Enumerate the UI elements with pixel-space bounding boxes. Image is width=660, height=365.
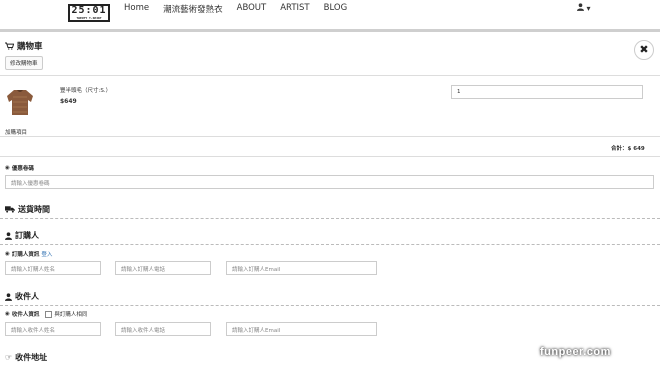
divider — [0, 136, 660, 137]
same-as-buyer-label[interactable]: 與訂購人相同 — [54, 310, 87, 318]
circle-dot-icon: ◉ — [5, 165, 10, 171]
recipient-title: 收件人 — [15, 292, 39, 301]
shipping-time-title: 送貨時間 — [18, 205, 50, 214]
nav-blog[interactable]: BLOG — [324, 3, 348, 15]
product-name: 豐半頭毛（尺寸:S.） — [60, 88, 112, 94]
logo-text: 25:01 — [71, 5, 107, 16]
cart-title-text: 購物車 — [17, 42, 43, 52]
recipient-name-input[interactable]: 請輸入收件人姓名 — [5, 322, 101, 336]
nav-home[interactable]: Home — [124, 3, 149, 15]
buyer-phone-input[interactable]: 請輸入訂購人電話 — [115, 261, 211, 275]
user-icon — [577, 3, 584, 11]
nav-about[interactable]: ABOUT — [237, 3, 267, 15]
main-nav: Home 潮流藝術發熱衣 ABOUT ARTIST BLOG — [124, 3, 361, 15]
divider — [0, 218, 660, 219]
user-menu[interactable]: ▾ — [577, 3, 591, 13]
user-menu-caret: ▾ — [586, 4, 591, 13]
divider — [0, 75, 660, 76]
shopping-cart-icon — [5, 42, 14, 50]
close-icon: ✖ — [639, 43, 649, 56]
recipient-info-label: ◉ 收件人資訊 與訂購人相同 — [5, 310, 87, 318]
nav-thermal-shirts[interactable]: 潮流藝術發熱衣 — [163, 3, 223, 15]
brand-logo[interactable]: 25:01 TWENTY T-SHIRT — [68, 4, 110, 22]
buyer-info-text: 訂購人資訊 — [11, 252, 40, 258]
circle-dot-icon: ◉ — [5, 251, 10, 257]
user-icon — [5, 231, 12, 240]
truck-icon — [5, 206, 15, 213]
hand-point-icon: ☞ — [5, 353, 13, 362]
cart-modal: 購物車 ✖ 修改購物車 豐半頭毛（尺寸:S.） $649 1 加購項目 合計：$… — [0, 32, 660, 365]
shipping-time-heading: 送貨時間 — [5, 204, 50, 215]
coupon-label-text: 優惠卷碼 — [11, 166, 34, 172]
buyer-info-label: ◉ 訂購人資訊 登入 — [5, 250, 52, 258]
address-title: 收件地址 — [15, 353, 48, 362]
quantity-input[interactable]: 1 — [451, 85, 643, 99]
addon-items-link[interactable]: 加購項目 — [5, 128, 27, 136]
same-as-buyer-checkbox[interactable] — [45, 310, 53, 318]
user-icon — [5, 292, 12, 301]
cart-title: 購物車 — [5, 40, 43, 52]
coupon-label: ◉ 優惠卷碼 — [5, 164, 34, 172]
recipient-info-text: 收件人資訊 — [11, 312, 40, 318]
address-heading: ☞ 收件地址 — [5, 352, 47, 363]
watermark-logo: funpeer.com — [540, 346, 611, 358]
cart-total: 合計：$ 649 — [611, 146, 645, 152]
login-link[interactable]: 登入 — [41, 250, 52, 258]
divider — [0, 305, 660, 306]
buyer-title: 訂購人 — [15, 231, 39, 240]
buyer-heading: 訂購人 — [5, 230, 39, 241]
coupon-input[interactable]: 請輸入優惠卷碼 — [5, 175, 654, 189]
buyer-name-input[interactable]: 請輸入訂購人姓名 — [5, 261, 101, 275]
logo-subtext: TWENTY T-SHIRT — [76, 16, 102, 20]
divider — [0, 156, 660, 157]
recipient-phone-input[interactable]: 請輸入收件人電話 — [115, 322, 211, 336]
divider — [0, 244, 660, 245]
buyer-email-input[interactable]: 請輸入訂購人Email — [226, 261, 377, 275]
recipient-heading: 收件人 — [5, 291, 39, 302]
product-thumbnail[interactable] — [6, 87, 34, 117]
recipient-email-input[interactable]: 請輸入訂購人Email — [226, 322, 377, 336]
nav-artist[interactable]: ARTIST — [280, 3, 309, 15]
edit-cart-button[interactable]: 修改購物車 — [5, 56, 43, 70]
close-button[interactable]: ✖ — [634, 40, 654, 60]
product-price: $649 — [60, 98, 77, 105]
top-navbar: 25:01 TWENTY T-SHIRT Home 潮流藝術發熱衣 ABOUT … — [0, 0, 660, 32]
circle-dot-icon: ◉ — [5, 311, 10, 317]
